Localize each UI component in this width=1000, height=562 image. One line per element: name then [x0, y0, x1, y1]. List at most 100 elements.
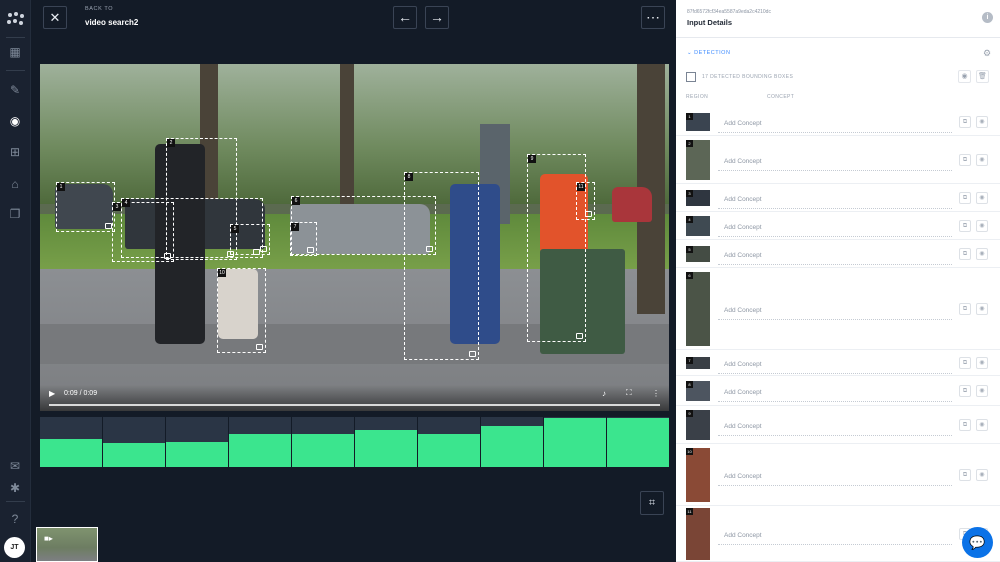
add-concept-input[interactable]: Add Concept	[718, 152, 952, 171]
timeline-segment[interactable]	[292, 417, 354, 467]
bounding-box[interactable]: 11	[576, 182, 595, 220]
copy-region-icon[interactable]: ⧉	[959, 357, 971, 369]
models-grid-icon[interactable]: ⊞	[7, 144, 23, 160]
eye-icon[interactable]: ◉	[976, 469, 988, 481]
region-row[interactable]: 2 Add Concept ⧉ ◉	[676, 136, 1000, 184]
region-thumbnail[interactable]: 5	[686, 246, 710, 262]
add-concept-input[interactable]: Add Concept	[718, 114, 952, 133]
timeline-segment[interactable]	[103, 417, 165, 467]
timeline-segment[interactable]	[607, 417, 669, 467]
add-concept-input[interactable]: Add Concept	[718, 246, 952, 265]
eye-icon[interactable]: ◉	[976, 116, 988, 128]
bounding-box[interactable]: 7	[290, 222, 317, 256]
eye-icon[interactable]: ◉	[976, 154, 988, 166]
clarifai-logo[interactable]	[6, 11, 25, 27]
region-row[interactable]: 1 Add Concept ⧉ ◉	[676, 108, 1000, 136]
help-icon[interactable]: ?	[7, 511, 23, 527]
eye-icon[interactable]: ◉	[976, 192, 988, 204]
explorer-eye-icon[interactable]: ◉	[7, 113, 23, 129]
region-thumbnail[interactable]: 8	[686, 381, 710, 401]
region-thumbnail[interactable]: 1	[686, 113, 710, 131]
bounding-box[interactable]: 1	[56, 182, 115, 232]
add-concept-input[interactable]: Add Concept	[718, 526, 952, 545]
eye-icon[interactable]: ◉	[976, 220, 988, 232]
region-thumbnail[interactable]: 2	[686, 140, 710, 180]
bounding-box[interactable]: 10	[217, 268, 266, 353]
apps-grid-icon[interactable]: ▦	[7, 44, 23, 60]
video-thumbnail[interactable]: ■▸	[36, 527, 98, 562]
copy-region-icon[interactable]: ⧉	[959, 116, 971, 128]
region-thumbnail[interactable]: 4	[686, 216, 710, 236]
video-progress-bar[interactable]	[49, 404, 660, 406]
previous-button[interactable]: ←	[393, 6, 417, 29]
copy-region-icon[interactable]: ⧉	[959, 220, 971, 232]
back-title-link[interactable]: video search2	[85, 18, 138, 27]
close-button[interactable]: ✕	[43, 6, 67, 29]
add-concept-input[interactable]: Add Concept	[718, 417, 952, 436]
detection-timeline[interactable]	[40, 417, 669, 467]
video-more-icon[interactable]: ⋮	[652, 389, 660, 398]
timeline-segment[interactable]	[40, 417, 102, 467]
timeline-segment[interactable]	[544, 417, 606, 467]
add-concept-input[interactable]: Add Concept	[718, 383, 952, 402]
copy-region-icon[interactable]: ⧉	[959, 469, 971, 481]
add-concept-input[interactable]: Add Concept	[718, 355, 952, 374]
bug-report-icon[interactable]: ✱	[7, 480, 23, 496]
region-thumbnail[interactable]: 9	[686, 410, 710, 440]
eye-icon[interactable]: ◉	[976, 419, 988, 431]
add-concept-input[interactable]: Add Concept	[718, 190, 952, 209]
copy-region-icon[interactable]: ⧉	[959, 303, 971, 315]
timeline-segment[interactable]	[166, 417, 228, 467]
chat-support-button[interactable]: 💬	[962, 527, 993, 558]
mute-icon[interactable]: ♪	[602, 389, 606, 398]
region-row[interactable]: 5 Add Concept ⧉ ◉	[676, 240, 1000, 268]
play-icon[interactable]: ▶	[49, 389, 55, 398]
add-concept-input[interactable]: Add Concept	[718, 218, 952, 237]
region-thumbnail[interactable]: 7	[686, 357, 710, 369]
label-tag-icon[interactable]: ⌂	[7, 176, 23, 192]
fullscreen-icon[interactable]: ⛶	[626, 388, 632, 398]
region-row[interactable]: 3 Add Concept ⧉ ◉	[676, 184, 1000, 212]
announcements-icon[interactable]: ✉	[7, 458, 23, 474]
timeline-segment[interactable]	[355, 417, 417, 467]
eye-icon[interactable]: ◉	[976, 303, 988, 315]
collections-icon[interactable]: ❐	[7, 206, 23, 222]
region-row[interactable]: 7 Add Concept ⧉ ◉	[676, 350, 1000, 376]
timeline-segment[interactable]	[418, 417, 480, 467]
copy-region-icon[interactable]: ⧉	[959, 385, 971, 397]
gear-icon[interactable]: ⚙	[983, 48, 991, 59]
copy-region-icon[interactable]: ⧉	[959, 419, 971, 431]
region-thumbnail[interactable]: 3	[686, 190, 710, 206]
next-button[interactable]: →	[425, 6, 449, 29]
video-player[interactable]: 1 2 3 4 5 6 7 8 9 10 11 ▶ 0:09 / 0:09 ♪ …	[40, 64, 669, 411]
add-concept-input[interactable]: Add Concept	[718, 467, 952, 486]
eye-icon[interactable]: ◉	[976, 248, 988, 260]
region-row[interactable]: 9 Add Concept ⧉ ◉	[676, 406, 1000, 444]
bounding-box[interactable]: 8	[404, 172, 479, 360]
region-row[interactable]: 8 Add Concept ⧉ ◉	[676, 376, 1000, 406]
region-row[interactable]: 4 Add Concept ⧉ ◉	[676, 212, 1000, 240]
region-row[interactable]: 10 Add Concept ⧉ ◉	[676, 444, 1000, 506]
copy-region-icon[interactable]: ⧉	[959, 192, 971, 204]
timeline-segment[interactable]	[481, 417, 543, 467]
region-row[interactable]: 6 Add Concept ⧉ ◉	[676, 268, 1000, 350]
region-thumbnail[interactable]: 11	[686, 508, 710, 560]
eye-icon[interactable]: ◉	[976, 385, 988, 397]
info-icon[interactable]: i	[982, 12, 993, 23]
region-thumbnail[interactable]: 10	[686, 448, 710, 502]
detection-section-toggle[interactable]: ⌄ DETECTION	[687, 50, 730, 56]
region-row[interactable]: 11Add Concept⧉◉	[676, 506, 1000, 562]
more-button[interactable]: ⋯	[641, 6, 665, 29]
timeline-segment[interactable]	[229, 417, 291, 467]
copy-region-icon[interactable]: ⧉	[959, 248, 971, 260]
copy-region-icon[interactable]: ⧉	[959, 154, 971, 166]
toggle-visibility-button[interactable]: ◉	[958, 70, 971, 83]
user-avatar[interactable]: JT	[4, 537, 25, 558]
delete-button[interactable]: 🗑	[976, 70, 989, 83]
add-concept-input[interactable]: Add Concept	[718, 301, 952, 320]
edit-icon[interactable]: ✎	[7, 82, 23, 98]
eye-icon[interactable]: ◉	[976, 357, 988, 369]
region-thumbnail[interactable]: 6	[686, 272, 710, 346]
bounding-box-tool-button[interactable]: ⌗	[640, 491, 664, 515]
bounding-box[interactable]: 5	[230, 224, 270, 255]
